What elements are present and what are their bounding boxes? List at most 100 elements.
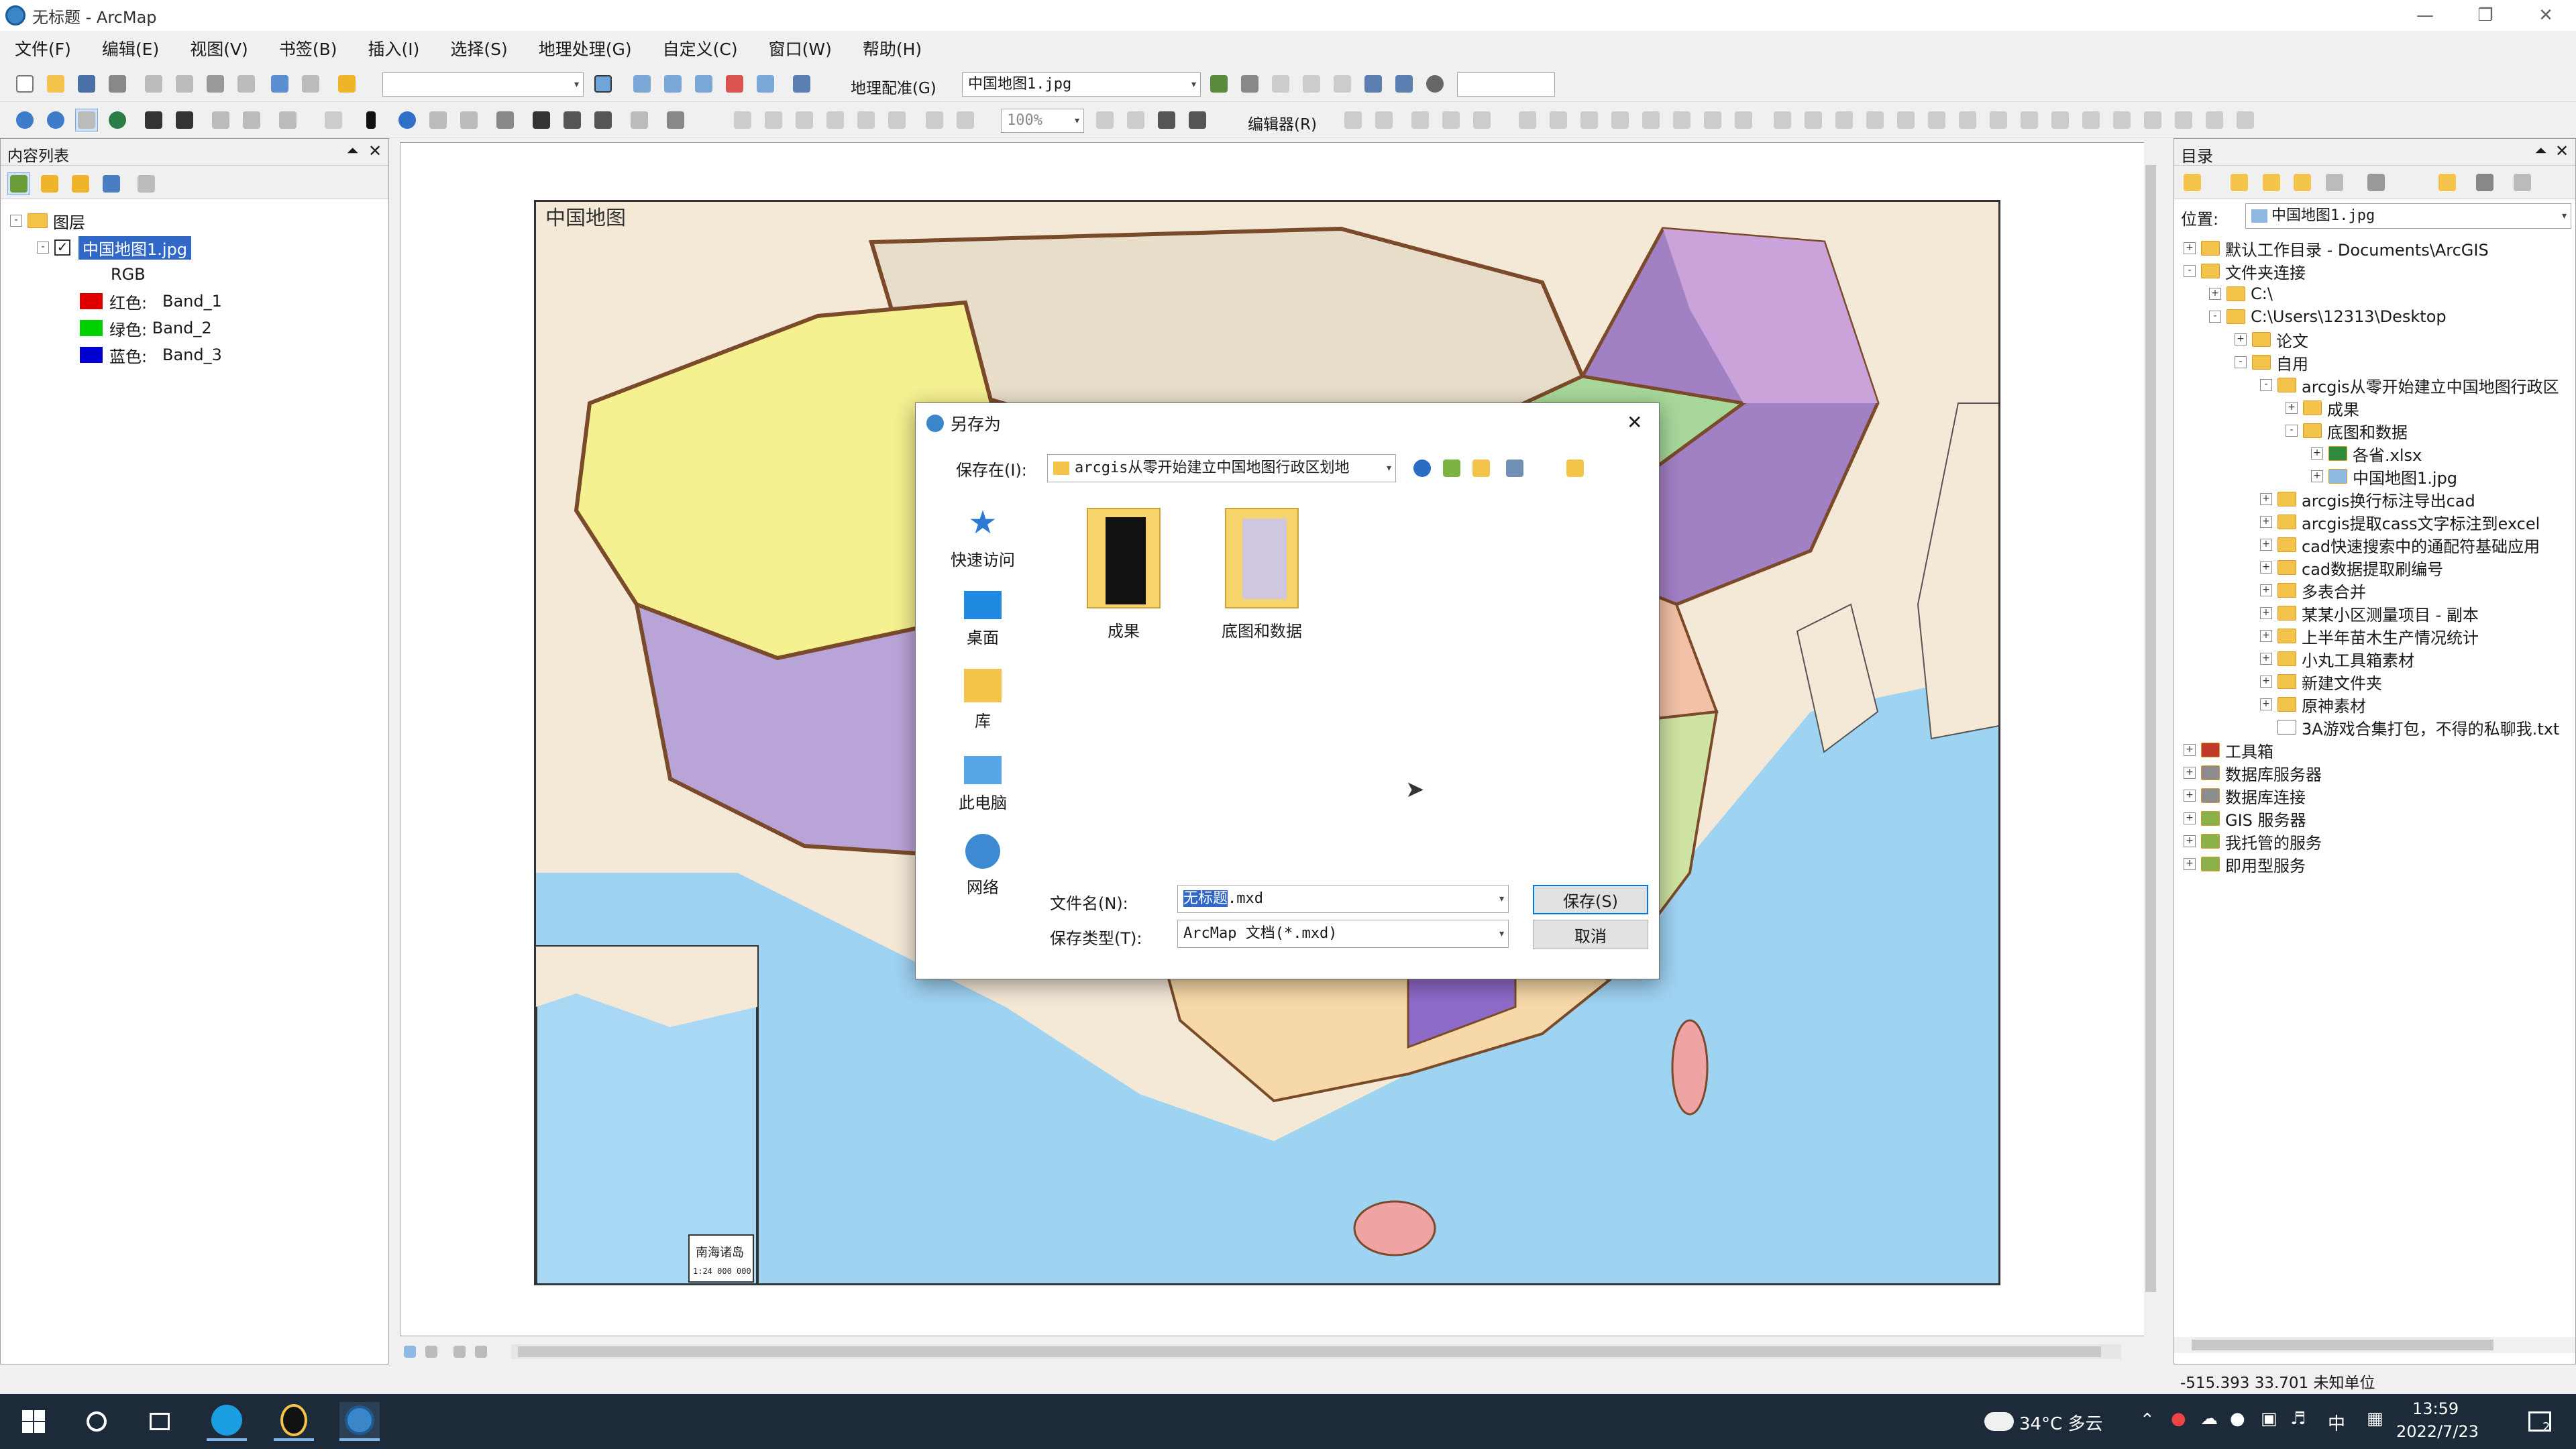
notification-center-icon[interactable]: 2 <box>2520 1402 2560 1441</box>
menu-help[interactable]: 帮助(H) <box>863 36 922 60</box>
catalog-tree-item[interactable]: - 自用 <box>2235 351 2308 374</box>
restore-button[interactable]: ❐ <box>2455 0 2516 31</box>
catalog-tree-item[interactable]: + 工具箱 <box>2184 739 2273 761</box>
catalog-tree-item[interactable]: + 各省.xlsx <box>2311 442 2422 465</box>
expand-icon[interactable]: + <box>2260 676 2272 688</box>
catalog-tree-item[interactable]: + 中国地图1.jpg <box>2311 465 2457 488</box>
cancel-button[interactable]: 取消 <box>1533 920 1648 949</box>
disconnect-folder-icon[interactable] <box>2323 171 2346 194</box>
editor-toolbar-icon[interactable] <box>592 72 614 95</box>
list-by-visibility-icon[interactable] <box>69 172 92 195</box>
catalog-tree-item[interactable]: - 文件夹连接 <box>2184 260 2306 282</box>
expand-icon[interactable]: + <box>2184 812 2196 824</box>
up-folder-icon[interactable] <box>1440 457 1463 480</box>
identify-icon[interactable] <box>396 109 419 131</box>
layout-tool12-icon[interactable] <box>1186 109 1209 131</box>
pin-icon[interactable]: ⏶ <box>347 143 359 160</box>
save-icon[interactable] <box>75 72 98 95</box>
zoom-out-icon[interactable] <box>44 109 67 131</box>
pause-icon[interactable] <box>471 1342 491 1362</box>
connect-folder-icon[interactable] <box>2291 171 2314 194</box>
collapse-icon[interactable]: - <box>2286 425 2298 437</box>
fixed-zoom-out-icon[interactable] <box>173 109 196 131</box>
find-icon[interactable] <box>530 109 553 131</box>
menu-bookmarks[interactable]: 书签(B) <box>279 36 337 60</box>
collapse-icon[interactable]: - <box>10 215 22 227</box>
save-button[interactable]: 保存(S) <box>1533 885 1648 914</box>
refresh-icon[interactable] <box>449 1342 470 1362</box>
menu-view[interactable]: 视图(V) <box>190 36 248 60</box>
expand-icon[interactable]: + <box>2184 835 2196 847</box>
data-view-icon[interactable] <box>400 1342 420 1362</box>
map-horizontal-scrollbar[interactable] <box>511 1344 2121 1359</box>
ime-indicator[interactable]: 中 <box>2328 1410 2345 1435</box>
nav-this-pc[interactable]: 此电脑 <box>916 751 1050 813</box>
copy-icon[interactable] <box>173 72 196 95</box>
catalog-tree-item[interactable]: + 新建文件夹 <box>2260 670 2382 693</box>
forward-icon[interactable] <box>2228 171 2251 194</box>
layer-visibility-checkbox[interactable]: ✓ <box>54 239 70 256</box>
menu-insert[interactable]: 插入(I) <box>368 36 419 60</box>
search-icon[interactable] <box>76 1402 117 1441</box>
go-to-xy-icon[interactable] <box>592 109 614 131</box>
scroll-thumb[interactable] <box>2145 165 2156 1292</box>
network-icon[interactable]: ▣ <box>2261 1409 2277 1429</box>
microphone-icon[interactable]: ● <box>2230 1409 2245 1429</box>
arcmap-app-icon[interactable] <box>5 5 25 25</box>
catalog-tree-item[interactable]: + 默认工作目录 - Documents\ArcGIS <box>2184 237 2489 260</box>
toc-window-icon[interactable] <box>631 72 653 95</box>
expand-icon[interactable]: + <box>2260 630 2272 642</box>
catalog-tree-item[interactable]: + 即用型服务 <box>2184 853 2306 875</box>
catalog-window-icon[interactable] <box>661 72 684 95</box>
home-folder-icon[interactable] <box>1564 457 1587 480</box>
add-data-icon[interactable] <box>335 72 358 95</box>
expand-icon[interactable]: + <box>2311 470 2323 482</box>
clear-selection-icon[interactable] <box>322 109 345 131</box>
connect-folder2-icon[interactable] <box>2473 171 2496 194</box>
add-control-points-icon[interactable] <box>1208 72 1230 95</box>
layer-combo[interactable]: 中国地图1.jpg ▾ <box>962 72 1201 97</box>
redo-icon[interactable] <box>299 72 322 95</box>
expand-icon[interactable]: + <box>2184 744 2196 756</box>
fixed-zoom-in-icon[interactable] <box>142 109 165 131</box>
rotation-input[interactable] <box>1457 72 1555 97</box>
expand-icon[interactable]: + <box>2209 288 2221 300</box>
expand-icon[interactable]: + <box>2311 447 2323 460</box>
edge-browser-icon[interactable] <box>207 1402 247 1441</box>
toc-options-icon[interactable] <box>135 172 158 195</box>
nav-quick-access[interactable]: ★ 快速访问 <box>916 504 1050 570</box>
expand-icon[interactable]: + <box>2286 402 2298 414</box>
scroll-thumb[interactable] <box>518 1346 2101 1357</box>
filetype-select[interactable]: ArcMap 文档(*.mxd) ▾ <box>1177 920 1509 948</box>
ime-mode-icon[interactable]: ▦ <box>2367 1409 2383 1429</box>
expand-icon[interactable]: + <box>2184 767 2196 779</box>
scale-combo[interactable]: ▾ <box>382 72 584 97</box>
catalog-tree-item[interactable]: + 小丸工具箱素材 <box>2260 647 2414 670</box>
weather-text[interactable]: 34°C 多云 <box>2019 1410 2103 1435</box>
georeferencing-menu[interactable]: 地理配准(G) <box>851 75 936 98</box>
filename-input[interactable]: 无标题.mxd ▾ <box>1177 885 1509 913</box>
expand-icon[interactable]: + <box>2260 561 2272 574</box>
nav-network[interactable]: 网络 <box>916 834 1050 898</box>
expand-icon[interactable]: + <box>2235 333 2247 345</box>
zoom-in-icon[interactable] <box>13 109 36 131</box>
clock-date[interactable]: 2022/7/23 <box>2396 1422 2479 1441</box>
layers-group-row[interactable]: - 图层 <box>10 209 85 233</box>
windows-start-icon[interactable] <box>13 1402 54 1441</box>
collapse-icon[interactable]: - <box>2209 311 2221 323</box>
select-elements-icon[interactable] <box>360 109 382 131</box>
scroll-thumb[interactable] <box>2192 1340 2493 1350</box>
expand-icon[interactable]: + <box>2184 858 2196 870</box>
measure-icon[interactable] <box>494 109 517 131</box>
qq-icon[interactable] <box>274 1402 314 1441</box>
catalog-tree-item[interactable]: - C:\Users\12313\Desktop <box>2209 305 2447 328</box>
options-icon[interactable] <box>2511 171 2534 194</box>
nav-desktop[interactable]: 桌面 <box>916 586 1050 648</box>
collapse-icon[interactable]: - <box>2260 379 2272 391</box>
catalog-tree-item[interactable]: + 论文 <box>2235 328 2308 351</box>
menu-edit[interactable]: 编辑(E) <box>102 36 159 60</box>
hyperlink-icon[interactable] <box>427 109 449 131</box>
georef-tool-icon[interactable] <box>1238 72 1261 95</box>
expand-icon[interactable]: + <box>2260 516 2272 528</box>
expand-icon[interactable]: + <box>2260 698 2272 710</box>
